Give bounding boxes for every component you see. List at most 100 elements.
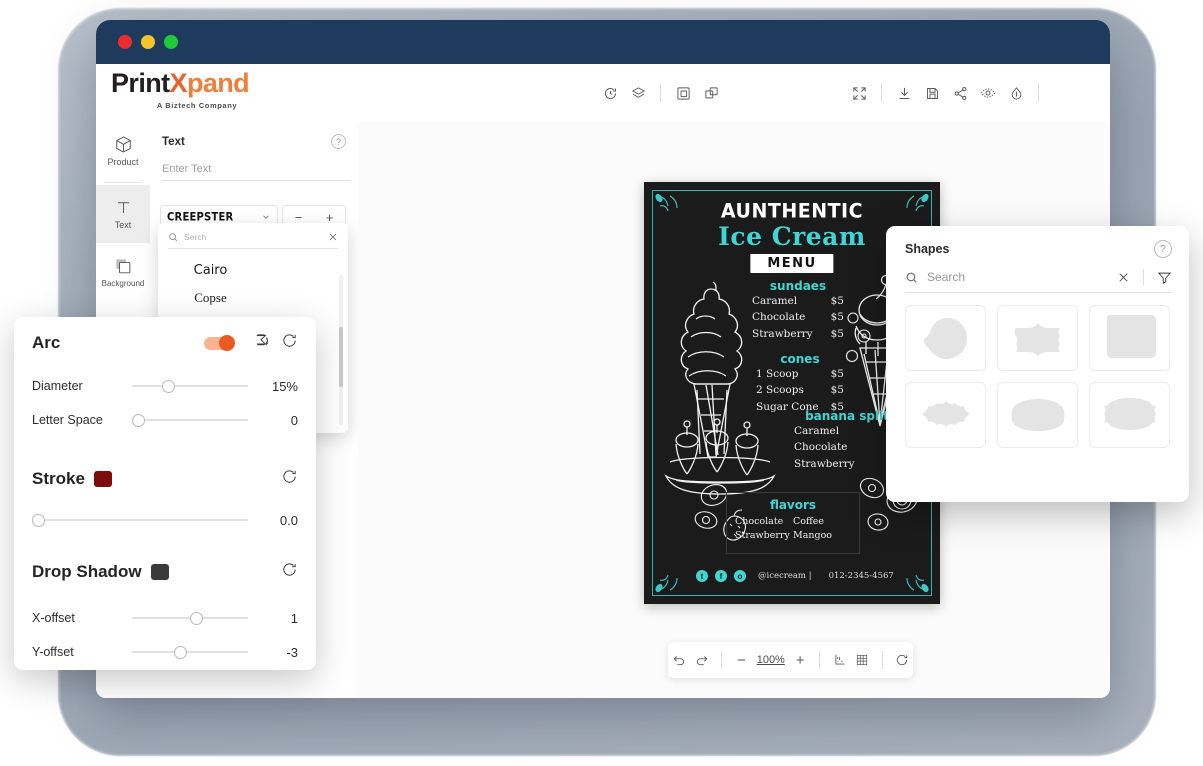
close-window-button[interactable] [118,35,132,49]
y-offset-row: Y-offset -3 [14,635,316,669]
sidebar-item-text[interactable]: Text [96,185,150,243]
brand-tagline: A Biztech Company [156,101,238,110]
arc-letterspace-slider[interactable] [132,414,248,427]
section-heading: sundaes [769,279,827,293]
zoom-out-button[interactable]: − [730,646,753,674]
reset-icon[interactable] [281,468,298,490]
x-offset-slider[interactable] [132,612,248,625]
maximize-window-button[interactable] [164,35,178,49]
duplicate-icon[interactable] [669,79,697,107]
reset-icon[interactable] [281,332,298,354]
design-section-banana-split: banana split Caramel$5 Chocolate$5 Straw… [794,409,900,472]
design-flavors-box: flavors Chocolate Coffee Strawberry Mang… [726,492,860,554]
menu-item-name: Chocolate [752,311,806,324]
filter-icon [1157,272,1172,284]
shape-option-banner[interactable] [997,305,1078,371]
menu-item-name: Caramel [752,295,798,307]
search-icon [169,233,178,242]
cube-icon [115,136,131,153]
shape-option-scalloped[interactable] [905,382,986,448]
toolbar-divider [1038,84,1039,102]
shape-option-blob[interactable] [905,305,986,371]
flavor-item: Chocolate [735,516,784,527]
brand-wordmark: PrintXpand [111,70,321,97]
share-icon[interactable] [946,79,974,107]
font-option[interactable]: Copse [164,285,257,312]
drop-shadow-section-header: Drop Shadow [14,543,316,601]
close-icon [1119,272,1128,282]
history-icon[interactable] [596,79,624,107]
font-list-scrollbar[interactable] [339,275,343,425]
toolbar-divider [881,651,883,669]
shape-option-oval[interactable] [997,382,1078,448]
x-offset-row: X-offset 1 [14,601,316,635]
sidebar-item-product[interactable]: Product [96,122,150,180]
zoom-level[interactable]: 100% [757,654,785,666]
drop-shadow-color-swatch[interactable] [150,564,169,580]
sidebar-item-background[interactable]: Background [96,243,150,301]
y-offset-value: -3 [286,644,298,660]
oval-shape [1011,399,1064,431]
design-social-row: t f o @icecream | 012-2345-4567 [696,570,920,582]
save-icon[interactable] [918,79,946,107]
fullscreen-icon[interactable] [845,79,873,107]
text-panel-header: Text ? [150,122,358,149]
search-icon [906,272,917,283]
chevron-down-icon [263,215,269,219]
shape-option-wavy-rect[interactable] [1089,382,1170,448]
y-offset-slider[interactable] [132,646,248,659]
window-titlebar [96,20,1110,64]
flavor-item: Strawberry [735,530,790,542]
group-icon[interactable] [697,79,725,107]
design-menu-badge[interactable]: MENU [750,254,834,273]
arc-panel-header: Arc [14,317,316,369]
undo-icon[interactable] [668,646,691,674]
design-icon[interactable] [1002,79,1030,107]
layers-icon[interactable] [624,79,652,107]
shapes-panel-title: Shapes [905,242,950,256]
font-search-placeholder[interactable]: Serch [184,232,322,242]
text-input-field[interactable]: Enter Text [162,163,350,181]
menu-item-name: Strawberry [794,457,855,470]
ruler-icon[interactable] [828,646,851,674]
grid-icon[interactable] [851,646,874,674]
help-icon[interactable]: ? [331,134,346,149]
flavors-heading: flavors [769,498,817,512]
section-heading: banana split [805,409,889,423]
app-header: PrintXpand A Biztech Company [96,64,1110,173]
font-option[interactable]: Cairo [164,258,257,285]
redo-icon[interactable] [691,646,714,674]
search-divider [1143,269,1144,285]
reset-icon[interactable] [890,646,913,674]
flip-text-icon[interactable] [254,332,271,354]
zoom-in-button[interactable]: + [789,646,812,674]
arc-toggle-switch[interactable] [204,334,235,351]
help-icon[interactable]: ? [1154,240,1172,258]
reset-icon[interactable] [281,561,298,583]
shape-option-rounded-square[interactable] [1089,305,1170,371]
stroke-width-slider[interactable] [32,514,248,527]
minimize-window-button[interactable] [141,35,155,49]
shapes-search-placeholder[interactable]: Search [927,270,1108,284]
social-phone: 012-2345-4567 [828,571,894,581]
menu-item-price: $5 [830,327,844,340]
background-icon [115,258,130,273]
font-search-row: Serch [168,232,338,249]
flavor-item: Mangoo [793,530,833,542]
brand-logo[interactable]: PrintXpand A Biztech Company [111,70,321,111]
wavy-rect-shape [1103,398,1156,430]
preview-icon[interactable] [974,79,1002,107]
brand-x: X [169,68,188,98]
download-icon[interactable] [890,79,918,107]
menu-line: Chocolate$5 [794,439,900,455]
candy-doodles-illustration [845,312,871,363]
shapes-panel-header: Shapes ? [886,226,1189,258]
stroke-width-row: 0.0 [14,507,316,533]
sidebar-label-background: Background [101,278,145,288]
sidebar-divider [104,182,142,183]
stroke-title: Stroke [32,469,85,488]
arc-diameter-slider[interactable] [132,380,248,393]
design-title-line1[interactable]: AUNTHENTIC [644,199,940,222]
blob-shape [923,318,967,359]
stroke-color-swatch[interactable] [93,471,112,487]
